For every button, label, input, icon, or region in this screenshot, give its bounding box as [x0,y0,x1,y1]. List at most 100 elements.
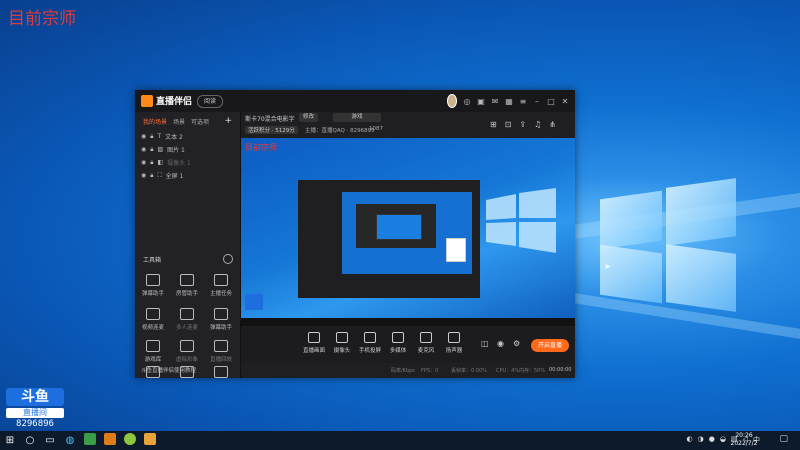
lock-icon[interactable]: 🔒︎ [150,172,153,180]
tool-avatar[interactable]: 虚拟形象 [172,340,202,363]
camera-source-icon: ◧ [157,159,164,166]
app-logo: 直播伴侣 [141,94,192,107]
stream-preview[interactable]: 目前宗师 [241,138,575,326]
tray-icon[interactable]: ● [709,435,715,445]
avatar[interactable] [447,94,457,108]
preview-watermark: 目前宗师 [245,143,277,152]
eye-icon[interactable]: ◉ [141,159,146,166]
tool-danmu-2[interactable]: 弹幕助手 [206,308,236,331]
toolbox-toggle-icon[interactable] [223,254,233,264]
record-icon[interactable]: ◫ [481,339,489,348]
source-toolbar: 直播画面 摄像头 手机投屏 多媒体 麦克风 扬声器 ◫ ◉ ⚙ 开启直播 [241,327,575,363]
status-mem: 内存：50% [519,368,546,374]
preview-toggle-icon[interactable]: ◉ [497,339,504,348]
tool-label: 视频连麦 [141,325,164,331]
scene-item[interactable]: ◉ 🔒︎ ▨ 图片 1 [135,143,240,156]
start-live-button[interactable]: 开启直播 [531,339,569,352]
bell-icon[interactable]: ♫ [534,120,541,129]
titlebar-controls: ◎ ▣ ✉ ▦ ≡ – □ ✕ [447,94,569,108]
eye-icon[interactable]: ◉ [141,172,146,179]
microphone-button[interactable]: 麦克风 [411,332,441,354]
scene-item[interactable]: ◉ 🔒︎ T 文本 2 [135,130,240,143]
screen-source-icon: ⛶ [157,171,162,179]
status-fps: FPS：0 [421,368,439,374]
media-button[interactable]: 多媒体 [383,332,413,354]
skin-icon[interactable]: ▦ [505,97,513,106]
tray-icon[interactable]: ◑ [698,435,704,445]
taskbar-left: ⊞ ○ ▭ ◍ [0,431,160,450]
maximize-icon[interactable]: □ [547,97,555,106]
button-label: 扬声器 [445,348,463,354]
tool-task[interactable]: 主播任务 [206,274,236,297]
scene-label: 文本 2 [165,134,183,141]
headset-icon[interactable]: ◎ [463,97,471,106]
task-view-icon[interactable]: ▭ [40,435,60,446]
close-icon[interactable]: ✕ [561,97,569,106]
lock-icon[interactable]: ⊡ [505,120,512,129]
rank-button[interactable]: 活跃积分 · 5129分 [245,126,298,134]
eye-icon[interactable]: ◉ [141,133,146,140]
game-icon [146,340,160,352]
tool-game-lib[interactable]: 游戏库 [138,340,168,363]
app-taskbar-icon[interactable] [100,433,120,448]
gift-icon[interactable]: ▣ [477,97,485,106]
app-taskbar-icon[interactable] [140,433,160,448]
play-icon [392,332,404,343]
system-clock[interactable]: 20:26 2022/7/2 [724,432,764,448]
room-info: 主播：直播QAQ · 8296895 [305,128,375,134]
edit-title-button[interactable]: 修改 [299,113,319,122]
app-brand: 直播伴侣 [156,97,193,107]
tab-my-scenes[interactable]: 我的场景 [143,117,167,126]
eye-icon[interactable]: ◉ [141,146,146,153]
scene-item[interactable]: ◉ 🔒︎ ◧ 摄像头 1 [135,156,240,169]
brand-tag-button[interactable]: 阅读 [197,95,223,108]
tab-options[interactable]: 可选项 [191,117,209,126]
settings-icon[interactable]: ⚙ [513,339,520,348]
phone-cast-button[interactable]: 手机投屏 [355,332,385,354]
app-taskbar-icon[interactable] [80,433,100,448]
tool-video-link[interactable]: 视频连麦 [138,308,168,331]
menu-icon[interactable]: ≡ [519,97,527,106]
tool-replay[interactable]: 直播回放 [206,340,236,363]
tray-icon[interactable]: ◐ [687,435,693,445]
add-scene-icon[interactable]: + [224,116,232,126]
edge-icon[interactable]: ◍ [60,435,80,446]
tool-label: 游戏库 [144,357,162,363]
windows-taskbar: ⊞ ○ ▭ ◍ ◐ ◑ ● ◒ ▤ ◁ 中 20:26 2022/7/2 ▢ [0,431,800,450]
mail-icon[interactable]: ✉ [491,97,499,106]
douyu-logo [245,294,263,310]
lock-icon[interactable]: 🔒︎ [150,133,153,141]
camera-button[interactable]: 摄像头 [327,332,357,354]
screen-capture-button[interactable]: 直播画面 [299,332,329,354]
tutorial-notice[interactable]: 斗鱼直播伴侣使用教程 [135,364,240,378]
notifications-icon[interactable]: ▢ [779,434,788,444]
app-taskbar-icon[interactable] [120,433,140,448]
speaker-button[interactable]: 扬声器 [439,332,469,354]
scene-tabs: 我的场景 场景 可选项 + [135,112,240,130]
button-label: 手机投屏 [358,348,381,354]
layout-icon[interactable]: ⊞ [490,120,497,129]
tool-label: 虚拟形象 [175,357,198,363]
douyu-sub: 直播间 [6,408,64,418]
share-icon[interactable]: ⋔ [549,120,556,129]
tool-admin[interactable]: 房管助手 [172,274,202,297]
tab-scenes[interactable]: 场景 [173,117,185,126]
upload-icon[interactable]: ⇪ [519,120,526,129]
minimize-icon[interactable]: – [533,97,541,106]
title-bar: 直播伴侣 阅读 ◎ ▣ ✉ ▦ ≡ – □ ✕ [135,90,575,112]
status-bar: 码率/Kbps FPS：0 丢帧率：0.00% CPU：4% 内存：50% 00… [241,363,575,378]
scene-item[interactable]: ◉ 🔒︎ ⛶ 全屏 1 [135,169,240,182]
tool-danmu[interactable]: 弹幕助手 [138,274,168,297]
room-title: 斯卡70混合电影字 [245,116,295,123]
windows-logo-icon [600,175,740,312]
category-button[interactable]: 游戏 [333,113,381,122]
douyu-logo: 斗鱼 [6,388,64,406]
tool-multi-link[interactable]: 多人连麦 [172,308,202,331]
lock-icon[interactable]: 🔒︎ [150,146,153,154]
monitor-icon [308,332,320,343]
start-button-icon[interactable]: ⊞ [0,435,20,446]
lock-icon[interactable]: 🔒︎ [150,159,153,167]
left-panel: 我的场景 场景 可选项 + ◉ 🔒︎ T 文本 2 ◉ 🔒︎ ▨ 图片 1 ◉ 🔒︎ ◧ 摄像头 … [135,112,241,378]
search-icon[interactable]: ○ [20,435,40,446]
button-label: 摄像头 [333,348,351,354]
